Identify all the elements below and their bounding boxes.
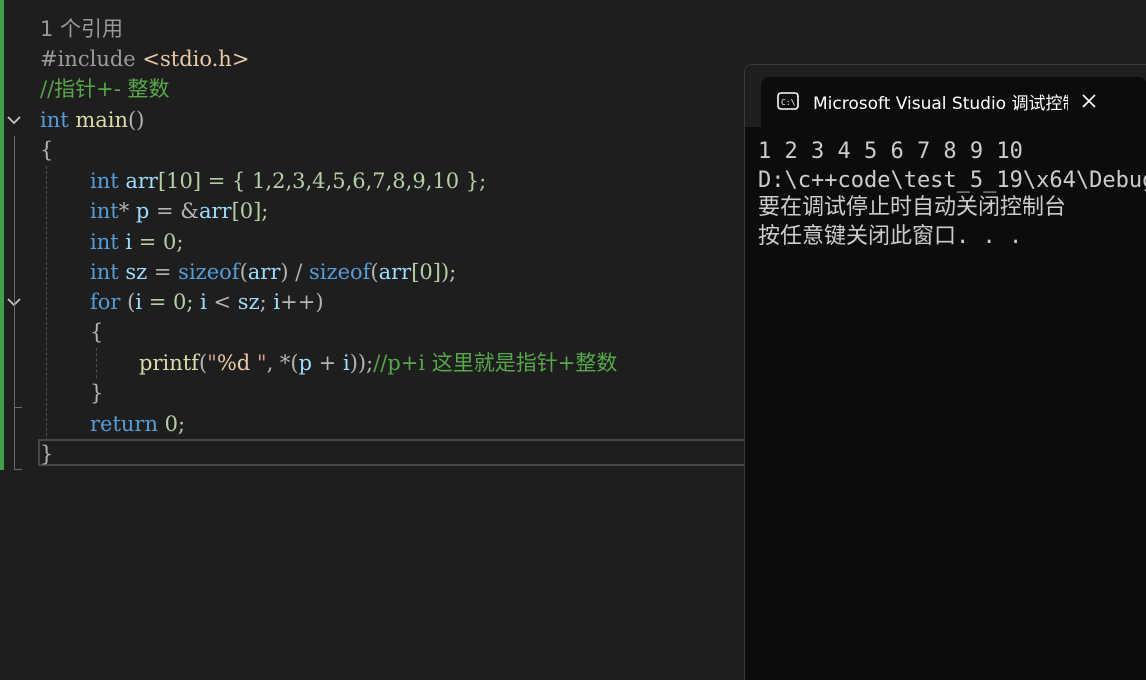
code-line-5[interactable]: int arr[10] = { 1,2,3,4,5,6,7,8,9,10 }; bbox=[90, 166, 486, 196]
code-line-9[interactable]: for (i = 0; i < sz; i++) bbox=[90, 287, 324, 317]
console-output-line-2: D:\c++code\test_5_19\x64\Debug\test_5_19… bbox=[758, 168, 1146, 193]
scope-bracket-for bbox=[14, 318, 15, 408]
identifier: arr bbox=[247, 260, 281, 284]
punctuation: () bbox=[128, 108, 145, 132]
operator: = bbox=[147, 260, 179, 284]
fold-main-chevron-down-icon[interactable] bbox=[6, 112, 22, 128]
code-line-10[interactable]: { bbox=[90, 317, 103, 347]
identifier: i bbox=[118, 230, 133, 254]
current-line-highlight bbox=[38, 439, 758, 466]
code-text: [0]; bbox=[231, 199, 269, 223]
open-brace: { bbox=[90, 320, 104, 344]
identifier: arr bbox=[378, 260, 412, 284]
identifier: p bbox=[129, 199, 150, 223]
punctuation: ( bbox=[198, 351, 208, 375]
comment: //p+i 这里就是指针+整数 bbox=[373, 351, 618, 375]
console-tab[interactable]: C:\ Microsoft Visual Studio 调试控制台 bbox=[761, 77, 1146, 127]
scope-bracket bbox=[14, 136, 15, 470]
punctuation: , *( bbox=[266, 351, 299, 375]
operator: = & bbox=[149, 199, 199, 223]
include-header: <stdio.h> bbox=[142, 47, 250, 71]
references-codelens[interactable]: 1 个引用 bbox=[40, 13, 123, 43]
string-literal: " bbox=[207, 351, 217, 375]
close-brace: } bbox=[40, 442, 54, 466]
code-text: [10] = { 1,2,3,4,5,6,7,8,9,10 }; bbox=[157, 169, 487, 193]
format-specifier: %d bbox=[216, 351, 251, 375]
keyword: int bbox=[40, 108, 69, 132]
string-literal: " bbox=[250, 351, 267, 375]
keyword: return bbox=[90, 412, 158, 436]
code-line-3[interactable]: int main() bbox=[40, 105, 144, 135]
identifier: sz bbox=[118, 260, 148, 284]
debug-console-window[interactable]: C:\ Microsoft Visual Studio 调试控制台 1 2 3 … bbox=[744, 64, 1146, 680]
open-brace: { bbox=[40, 138, 54, 162]
code-line-13[interactable]: return 0; bbox=[90, 409, 185, 439]
keyword: sizeof bbox=[178, 260, 240, 284]
console-title: Microsoft Visual Studio 调试控制台 bbox=[813, 94, 1068, 114]
identifier: i bbox=[200, 290, 207, 314]
indent-guide bbox=[96, 348, 97, 378]
code-line-4[interactable]: { bbox=[40, 135, 53, 165]
code-line-12[interactable]: } bbox=[90, 378, 103, 408]
identifier: sz bbox=[237, 290, 260, 314]
operator: ++) bbox=[280, 290, 324, 314]
identifier: arr bbox=[198, 199, 232, 223]
scope-bracket-end bbox=[14, 469, 22, 470]
keyword: int bbox=[90, 169, 119, 193]
function-name: main bbox=[68, 108, 129, 132]
close-brace: } bbox=[90, 381, 104, 405]
console-titlebar[interactable]: C:\ Microsoft Visual Studio 调试控制台 bbox=[745, 65, 1146, 127]
keyword: for bbox=[90, 290, 121, 314]
code-text: 0; bbox=[158, 412, 186, 436]
code-line-11[interactable]: printf("%d ", *(p + i));//p+i 这里就是指针+整数 bbox=[139, 348, 617, 378]
operator: + bbox=[312, 351, 344, 375]
console-icon: C:\ bbox=[777, 92, 799, 110]
preprocessor-directive: #include bbox=[40, 47, 143, 71]
punctuation: ( bbox=[239, 260, 248, 284]
keyword: int bbox=[90, 260, 119, 284]
identifier: i bbox=[343, 351, 350, 375]
indent-guide bbox=[46, 166, 47, 441]
operator: < bbox=[206, 290, 238, 314]
operator: * bbox=[118, 199, 130, 223]
operator: ) / bbox=[280, 260, 310, 284]
console-output-line-3: 要在调试停止时自动关闭控制台 bbox=[758, 195, 1067, 220]
keyword: sizeof bbox=[309, 260, 371, 284]
code-text: = 0; bbox=[142, 290, 201, 314]
scope-bracket-for-end bbox=[14, 407, 22, 408]
code-text: = 0; bbox=[132, 230, 184, 254]
comment: //指针+- 整数 bbox=[40, 77, 170, 101]
close-icon[interactable] bbox=[1079, 91, 1099, 111]
identifier: arr bbox=[118, 169, 158, 193]
change-indicator bbox=[0, 0, 4, 470]
punctuation: ; bbox=[259, 290, 274, 314]
code-text: [0]); bbox=[411, 260, 457, 284]
keyword: int bbox=[90, 230, 119, 254]
code-line-2[interactable]: //指针+- 整数 bbox=[40, 74, 170, 104]
console-output-line-4: 按任意键关闭此窗口. . . bbox=[758, 224, 1023, 249]
punctuation: ( bbox=[120, 290, 136, 314]
code-line-6[interactable]: int* p = &arr[0]; bbox=[90, 196, 268, 226]
punctuation: )); bbox=[349, 351, 374, 375]
function-name: printf bbox=[139, 351, 199, 375]
code-line-1[interactable]: #include <stdio.h> bbox=[40, 44, 249, 74]
code-line-8[interactable]: int sz = sizeof(arr) / sizeof(arr[0]); bbox=[90, 257, 456, 287]
console-output-line-1: 1 2 3 4 5 6 7 8 9 10 bbox=[758, 139, 1023, 164]
svg-text:C:\: C:\ bbox=[781, 98, 796, 107]
identifier: p bbox=[298, 351, 313, 375]
code-line-14[interactable]: } bbox=[40, 439, 53, 469]
punctuation: ( bbox=[370, 260, 379, 284]
keyword: int bbox=[90, 199, 119, 223]
code-line-7[interactable]: int i = 0; bbox=[90, 227, 183, 257]
